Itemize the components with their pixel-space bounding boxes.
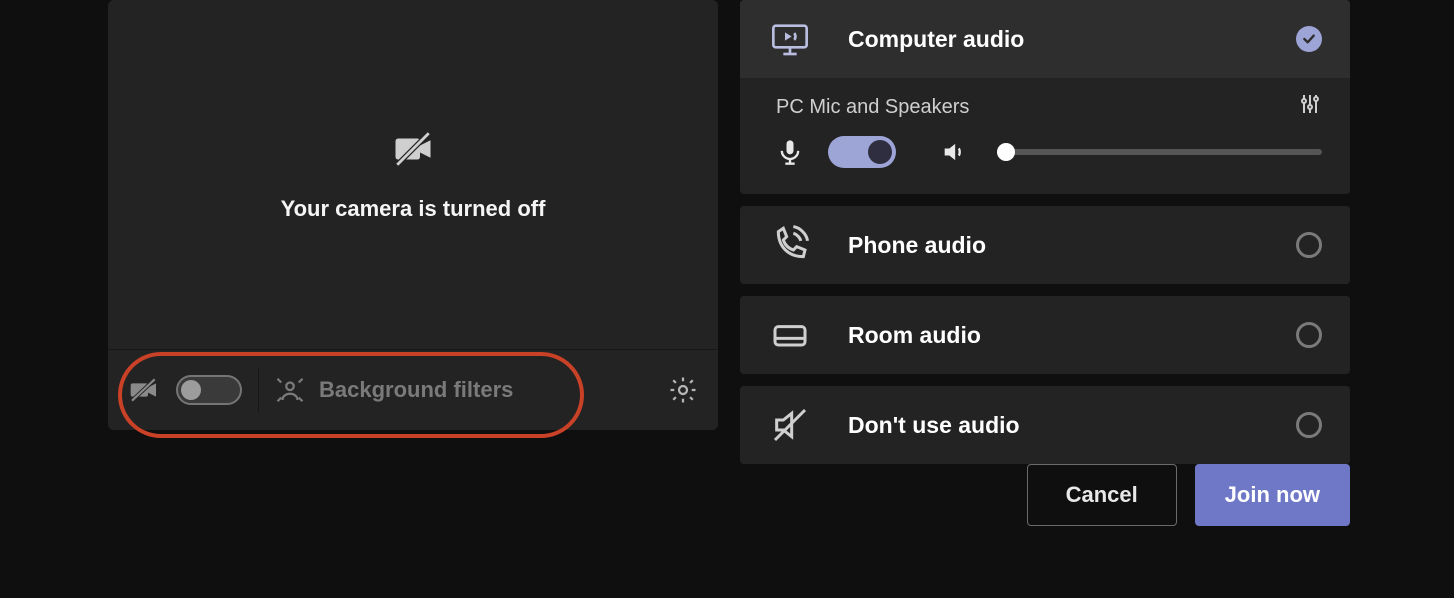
computer-audio-icon	[768, 19, 812, 59]
audio-option-room-radio	[1296, 322, 1322, 348]
camera-preview-panel: Your camera is turned off	[108, 0, 718, 430]
device-name: PC Mic and Speakers	[776, 96, 1284, 119]
background-filters-button[interactable]: Background filters	[275, 375, 513, 405]
join-now-button[interactable]: Join now	[1195, 464, 1350, 526]
prejoin-screen: Your camera is turned off	[0, 0, 1454, 598]
audio-option-phone-radio	[1296, 232, 1322, 258]
audio-option-room[interactable]: Room audio	[740, 296, 1350, 374]
camera-toggle[interactable]	[176, 375, 242, 405]
audio-option-computer-card: Computer audio PC Mic and Speakers	[740, 0, 1350, 194]
camera-off-small-icon	[128, 374, 160, 406]
footer-buttons: Cancel Join now	[740, 464, 1350, 526]
no-audio-icon	[768, 405, 812, 445]
footer-divider	[258, 367, 259, 413]
room-audio-icon	[768, 315, 812, 355]
audio-option-computer-label: Computer audio	[848, 26, 1260, 53]
phone-audio-icon	[768, 225, 812, 265]
microphone-toggle[interactable]	[828, 136, 896, 168]
mic-volume-row	[740, 128, 1350, 194]
audio-option-phone-label: Phone audio	[848, 232, 1260, 259]
device-settings-icon[interactable]	[1298, 92, 1322, 122]
audio-option-none-card: Don't use audio	[740, 386, 1350, 464]
audio-option-computer-radio	[1296, 26, 1322, 52]
audio-option-none-label: Don't use audio	[848, 412, 1260, 439]
audio-option-room-card: Room audio	[740, 296, 1350, 374]
volume-slider[interactable]	[1000, 149, 1322, 155]
speaker-icon	[920, 138, 968, 166]
audio-option-phone[interactable]: Phone audio	[740, 206, 1350, 284]
audio-option-none[interactable]: Don't use audio	[740, 386, 1350, 464]
audio-option-room-label: Room audio	[848, 322, 1260, 349]
device-settings-button[interactable]	[668, 375, 698, 405]
camera-preview-body: Your camera is turned off	[108, 0, 718, 349]
audio-option-computer[interactable]: Computer audio	[740, 0, 1350, 78]
device-row: PC Mic and Speakers	[740, 78, 1350, 128]
microphone-toggle-knob	[868, 140, 892, 164]
volume-slider-thumb	[997, 143, 1015, 161]
camera-toggle-knob	[181, 380, 201, 400]
cancel-button[interactable]: Cancel	[1027, 464, 1177, 526]
audio-option-none-radio	[1296, 412, 1322, 438]
audio-options-panel: Computer audio PC Mic and Speakers	[740, 0, 1350, 464]
camera-footer: Background filters	[108, 349, 718, 430]
audio-option-phone-card: Phone audio	[740, 206, 1350, 284]
camera-off-icon	[392, 128, 434, 170]
microphone-icon	[776, 138, 804, 166]
background-filters-label: Background filters	[319, 377, 513, 403]
camera-off-message: Your camera is turned off	[281, 196, 546, 222]
background-filters-icon	[275, 375, 305, 405]
